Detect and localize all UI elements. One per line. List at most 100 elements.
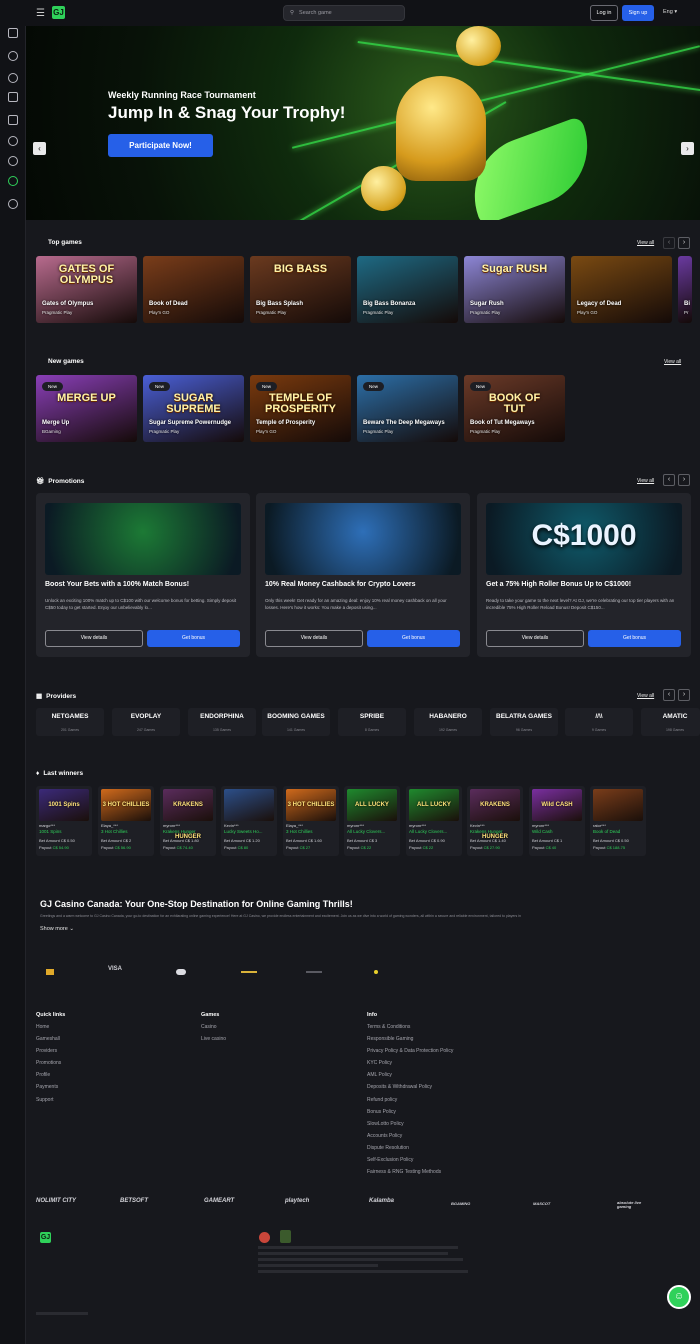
winner-card[interactable]: ALL LUCKY myronr*** All Lucky Clovers... Be… [344, 786, 400, 856]
payout-label: Payout [39, 845, 52, 850]
promotions-icon[interactable] [8, 176, 18, 186]
show-more-button[interactable]: Show more ⌄ [40, 926, 74, 932]
grid-icon[interactable] [8, 92, 18, 102]
winner-card[interactable]: 1001 Spins margo*** 1001 Spins Bet Amount C… [36, 786, 92, 856]
bet-value: C$ 0.50 [614, 838, 629, 843]
promotions-prev[interactable]: ‹ [663, 474, 675, 486]
top-bar: ☰ GJ ⚲ Search game Log in Sign up Eng ▾ [0, 0, 700, 26]
provider-card[interactable]: NETGAMES 201 Games [36, 708, 104, 736]
footer-link[interactable]: Profile [36, 1072, 65, 1078]
winner-card[interactable]: Wild CASH myronr*** Wild Cash Bet Amount C$… [529, 786, 585, 856]
top-games-view-all[interactable]: View all [637, 240, 654, 246]
footer-link[interactable]: Fairness & RNG Testing Methods [367, 1169, 453, 1175]
provider-card[interactable]: SPRIBE 8 Games [338, 708, 406, 736]
search-input[interactable]: ⚲ Search game [283, 5, 405, 21]
footer-link[interactable]: Deposits & Withdrawal Policy [367, 1084, 453, 1090]
footer-link[interactable]: AML Policy [367, 1072, 453, 1078]
provider-card[interactable]: BELATRA GAMES 96 Games [490, 708, 558, 736]
footer-link[interactable]: Gameshall [36, 1036, 65, 1042]
support-icon[interactable] [8, 199, 18, 209]
slots-icon[interactable] [8, 51, 18, 61]
view-details-button[interactable]: View details [265, 630, 363, 647]
game-card[interactable]: New BOOK OF TUT Book of Tut Megaways Pragma… [464, 375, 565, 442]
provider-logo: EVOPLAY [130, 713, 162, 720]
live-chat-button[interactable]: ☺ [667, 1285, 691, 1309]
game-card[interactable]: Bi Pr [678, 256, 692, 323]
winner-game-name: Wild Cash [532, 829, 553, 834]
footer-link[interactable]: Payments [36, 1084, 65, 1090]
provider-card[interactable]: HABANERO 192 Games [414, 708, 482, 736]
footer-link[interactable]: Self-Exclusion Policy [367, 1157, 453, 1163]
signup-button[interactable]: Sign up [622, 5, 654, 21]
footer-link[interactable]: Bonus Policy [367, 1109, 453, 1115]
footer-link[interactable]: Support [36, 1097, 65, 1103]
payout-value: C$ 188.75 [606, 845, 626, 850]
winner-card[interactable]: 3 HOT CHILLIES Elaya_*** 3 Hot Chillies Bet… [98, 786, 154, 856]
new-games-view-all[interactable]: View all [664, 359, 681, 365]
site-logo[interactable]: GJ [52, 6, 65, 19]
language-select[interactable]: Eng ▾ [663, 9, 677, 15]
winner-card[interactable]: Kevin*** Lucky Sweets Ho... Bet Amount C$ … [221, 786, 277, 856]
game-card[interactable]: New MERGE UP Merge Up BGaming [36, 375, 137, 442]
view-details-button[interactable]: View details [486, 630, 584, 647]
footer-link[interactable]: Dispute Resolution [367, 1145, 453, 1151]
login-button[interactable]: Log in [590, 5, 618, 21]
winner-card[interactable]: KRAKENS HUNGER myronr*** Krakens Hunger Bet… [160, 786, 216, 856]
promotions-view-all[interactable]: View all [637, 478, 654, 484]
get-bonus-button[interactable]: Get bonus [588, 630, 681, 647]
live-casino-icon[interactable] [8, 28, 18, 38]
game-card[interactable]: Book of Dead Play'n GO [143, 256, 244, 323]
footer-link[interactable]: Providers [36, 1048, 65, 1054]
hero-next-arrow[interactable]: › [681, 142, 694, 155]
game-card[interactable]: BIG BASS Big Bass Splash Pragmatic Play [250, 256, 351, 323]
footer-link[interactable]: Accounts Policy [367, 1133, 453, 1139]
providers-view-all[interactable]: View all [637, 693, 654, 699]
footer-link[interactable]: Promotions [36, 1060, 65, 1066]
game-card[interactable]: New TEMPLE OF PROSPERITY Temple of Prosper… [250, 375, 351, 442]
footer-link[interactable]: Terms & Conditions [367, 1024, 453, 1030]
footer-link[interactable]: Responsible Gaming [367, 1036, 453, 1042]
bet-value: C$ 0.90 [430, 838, 445, 843]
gift-icon[interactable] [8, 136, 18, 146]
hero-prev-arrow[interactable]: ‹ [33, 142, 46, 155]
winner-card[interactable]: ALL LUCKY myronr*** All Lucky Clovers... Be… [406, 786, 462, 856]
fire-icon[interactable] [8, 73, 18, 83]
top-games-next[interactable]: › [678, 237, 690, 249]
providers-prev[interactable]: ‹ [663, 689, 675, 701]
game-card[interactable]: Legacy of Dead Play'n GO [571, 256, 672, 323]
trophy-icon[interactable] [8, 156, 18, 166]
top-games-prev[interactable]: ‹ [663, 237, 675, 249]
winner-card[interactable]: 3 HOT CHILLIES Elaya_*** 3 Hot Chillies Bet… [283, 786, 339, 856]
provider-card[interactable]: BOOMING GAMES 141 Games [262, 708, 330, 736]
game-card[interactable]: GATES OF OLYMPUS Gates of Olympus Pragmati… [36, 256, 137, 323]
game-card[interactable]: Sugar RUSH Sugar Rush Pragmatic Play [464, 256, 565, 323]
footer-link[interactable]: SlowLotto Policy [367, 1121, 453, 1127]
game-card[interactable]: Big Bass Bonanza Pragmatic Play [357, 256, 458, 323]
game-name: Bi [684, 301, 690, 307]
promotions-next[interactable]: › [678, 474, 690, 486]
game-name: Temple of Prosperity [256, 420, 316, 426]
game-card[interactable]: New Beware The Deep Megaways Pragmatic Pla… [357, 375, 458, 442]
cake-icon[interactable] [8, 115, 18, 125]
provider-card[interactable]: AMATIC 198 Games [641, 708, 700, 736]
footer-link[interactable]: Live casino [201, 1036, 226, 1042]
footer-link[interactable]: Home [36, 1024, 65, 1030]
participate-button[interactable]: Participate Now! [108, 134, 213, 157]
providers-next[interactable]: › [678, 689, 690, 701]
get-bonus-button[interactable]: Get bonus [367, 630, 460, 647]
menu-icon[interactable]: ☰ [36, 8, 45, 19]
footer-link[interactable]: Refund policy [367, 1097, 453, 1103]
game-card[interactable]: New SUGAR SUPREME Sugar Supreme Powernudge… [143, 375, 244, 442]
view-details-button[interactable]: View details [45, 630, 143, 647]
provider-card[interactable]: EVOPLAY 247 Games [112, 708, 180, 736]
footer-link[interactable]: Privacy Policy & Data Protection Policy [367, 1048, 453, 1054]
provider-card[interactable]: //\\ 9 Games [565, 708, 633, 736]
winner-card[interactable]: rator*** Book of Dead Bet Amount C$ 0.50 Pa… [590, 786, 646, 856]
winner-card[interactable]: KRAKENS HUNGER Kevin*** Krakens Hunger Bet … [467, 786, 523, 856]
footer-link[interactable]: Casino [201, 1024, 226, 1030]
footer-link[interactable]: KYC Policy [367, 1060, 453, 1066]
provider-card[interactable]: ENDORPHINA 135 Games [188, 708, 256, 736]
footer-column-title: Info [367, 1012, 378, 1018]
payout-label: Payout [101, 845, 114, 850]
get-bonus-button[interactable]: Get bonus [147, 630, 240, 647]
